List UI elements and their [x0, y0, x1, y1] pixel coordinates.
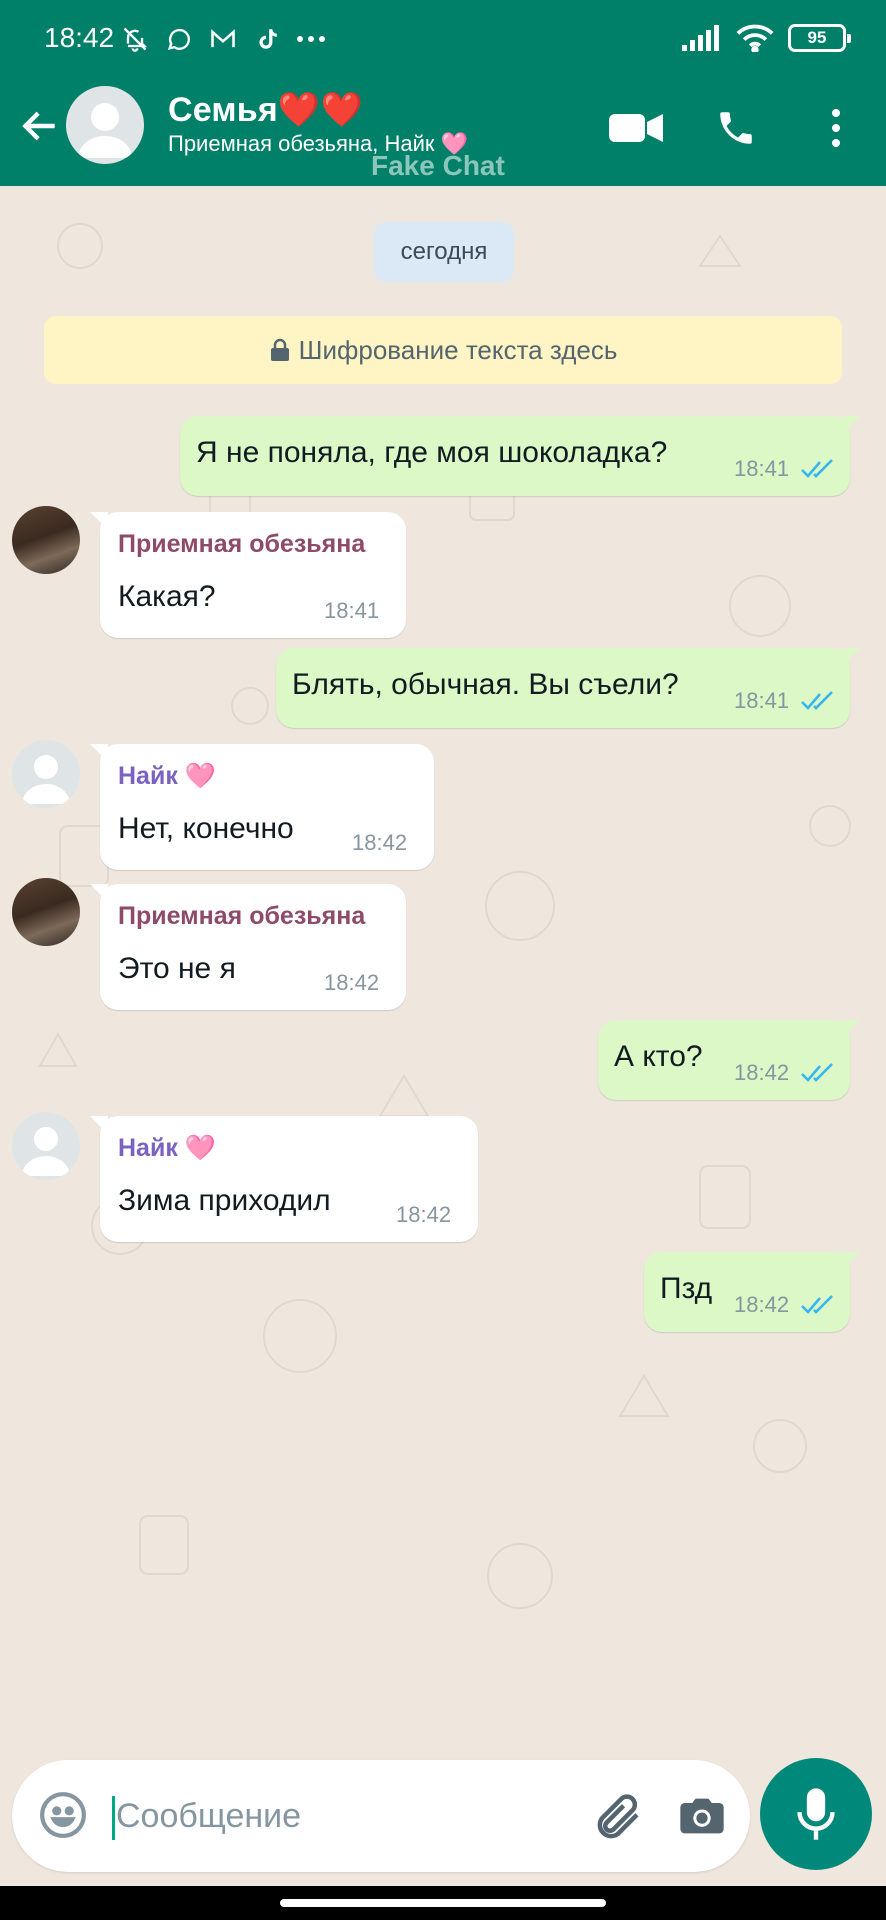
date-chip: сегодня — [374, 222, 514, 282]
sender-avatar[interactable] — [12, 740, 80, 808]
outgoing-message[interactable]: А кто? 18:42 — [598, 1020, 860, 1100]
sender-name: Приемная обезьяна — [118, 902, 366, 930]
message-time: 18:41 — [734, 456, 790, 481]
default-avatar-icon — [22, 1127, 70, 1176]
read-ticks-icon — [801, 691, 833, 710]
sender-avatar[interactable] — [12, 506, 80, 574]
emoji-button[interactable] — [38, 1790, 88, 1840]
message-time: 18:42 — [324, 970, 380, 995]
message-text: Пзд — [660, 1272, 713, 1305]
signal-icon — [682, 25, 719, 51]
battery-icon: 95 — [788, 24, 851, 52]
sender-name: Найк 🩷 — [118, 1134, 216, 1162]
group-avatar[interactable] — [66, 86, 144, 164]
incoming-message[interactable]: Найк 🩷 Нет, конечно 18:42 — [90, 744, 434, 870]
battery-level: 95 — [807, 28, 827, 47]
chat-title[interactable]: Семья❤️❤️ — [168, 90, 363, 130]
video-call-button[interactable] — [608, 100, 664, 156]
camera-icon — [680, 1798, 724, 1834]
message-time: 18:42 — [352, 830, 408, 855]
kebab-menu-icon — [832, 109, 840, 147]
status-bar: 18:42 95 — [0, 0, 886, 78]
wifi-icon — [736, 24, 774, 52]
video-camera-icon — [609, 114, 663, 142]
notification-icons — [120, 24, 326, 54]
message-text: Блять, обычная. Вы съели? — [292, 668, 679, 701]
more-notifications-icon — [296, 24, 326, 54]
message-time: 18:41 — [324, 598, 380, 623]
attach-button[interactable] — [592, 1790, 646, 1844]
message-time: 18:41 — [734, 688, 790, 713]
home-indicator[interactable] — [280, 1899, 606, 1907]
read-ticks-icon — [801, 1063, 833, 1082]
message-text: Нет, конечно — [118, 812, 294, 845]
voice-message-button[interactable] — [760, 1758, 872, 1870]
message-text: Это не я — [118, 952, 236, 985]
text-cursor — [112, 1796, 115, 1840]
sender-name: Приемная обезьяна — [118, 530, 366, 558]
system-nav-bar — [0, 1886, 886, 1920]
lock-icon — [270, 338, 289, 361]
tiktok-icon — [252, 24, 282, 54]
default-avatar-icon — [22, 755, 70, 804]
outgoing-message[interactable]: Я не поняла, где моя шоколадка? 18:41 — [180, 416, 860, 496]
sender-avatar[interactable] — [12, 1112, 80, 1180]
outgoing-message[interactable]: Пзд 18:42 — [644, 1252, 860, 1332]
read-ticks-icon — [801, 459, 833, 478]
message-text: А кто? — [614, 1040, 703, 1073]
message-text: Я не поняла, где моя шоколадка? — [196, 436, 668, 469]
message-time: 18:42 — [396, 1202, 452, 1227]
message-input[interactable] — [116, 1782, 556, 1850]
incoming-message[interactable]: Приемная обезьяна Какая? 18:41 — [90, 512, 406, 638]
message-time: 18:42 — [734, 1292, 790, 1317]
sender-avatar[interactable] — [12, 878, 80, 946]
encryption-banner[interactable]: Шифрование текста здесь — [44, 316, 842, 384]
default-avatar-icon — [78, 103, 132, 158]
back-arrow-icon — [22, 111, 55, 141]
back-button[interactable] — [18, 104, 62, 148]
chat-header: 18:42 95 Семья❤️❤️ Приемная обезьяна, На… — [0, 0, 886, 186]
whatsapp-icon — [164, 24, 194, 54]
outgoing-message[interactable]: Блять, обычная. Вы съели? 18:41 — [276, 648, 860, 728]
mute-bell-icon — [120, 24, 150, 54]
encryption-text: Шифрование текста здесь — [298, 334, 618, 365]
emoji-icon — [40, 1792, 86, 1838]
camera-button[interactable] — [676, 1790, 730, 1844]
incoming-message[interactable]: Приемная обезьяна Это не я 18:42 — [90, 884, 406, 1010]
sender-name: Найк 🩷 — [118, 762, 216, 790]
paperclip-icon — [597, 1794, 639, 1839]
phone-icon — [720, 112, 752, 144]
voice-call-button[interactable] — [708, 100, 764, 156]
more-options-button[interactable] — [808, 100, 864, 156]
status-time: 18:42 — [44, 22, 115, 53]
message-text: Зима приходил — [118, 1184, 331, 1217]
chat-area[interactable]: сегодня Шифрование текста здесь Я не пон… — [0, 186, 886, 1746]
microphone-icon — [797, 1788, 835, 1840]
watermark: Fake Chat — [371, 150, 505, 181]
mail-icon — [208, 24, 238, 54]
message-composer — [12, 1760, 750, 1872]
incoming-message[interactable]: Найк 🩷 Зима приходил 18:42 — [90, 1116, 478, 1242]
message-time: 18:42 — [734, 1060, 790, 1085]
read-ticks-icon — [801, 1295, 833, 1314]
message-text: Какая? — [118, 580, 216, 613]
system-icons: 95 — [682, 24, 851, 52]
